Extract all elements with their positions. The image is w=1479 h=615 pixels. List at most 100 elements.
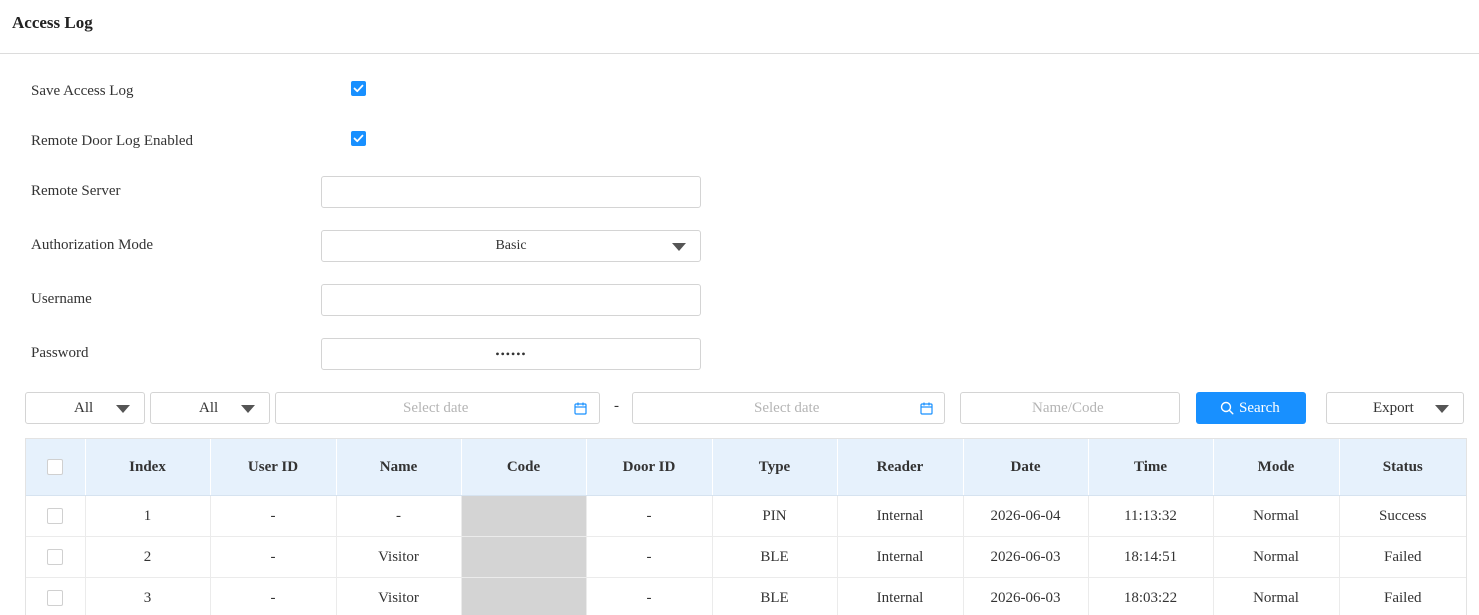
name-code-input[interactable]: Name/Code <box>960 392 1180 424</box>
password-label: Password <box>31 345 89 362</box>
column-header: Code <box>461 439 586 496</box>
door-id-cell: - <box>586 537 712 578</box>
password-input[interactable]: •••••• <box>321 338 701 370</box>
column-header: Status <box>1339 439 1466 496</box>
select-all-checkbox[interactable] <box>47 459 63 475</box>
table-header-row: Index User ID Name Code Door ID Type Rea… <box>26 439 1466 496</box>
access-log-table: Index User ID Name Code Door ID Type Rea… <box>25 438 1467 615</box>
chevron-down-icon <box>241 405 255 413</box>
search-icon <box>1220 401 1234 415</box>
filter-bar: All All Select date - Select date Name/C… <box>0 392 1479 424</box>
status-cell: Failed <box>1339 537 1466 578</box>
reader-cell: Internal <box>837 496 963 537</box>
save-access-log-label: Save Access Log <box>31 83 133 100</box>
status-cell: Success <box>1339 496 1466 537</box>
row-select-cell <box>26 496 85 537</box>
column-header: Type <box>712 439 837 496</box>
row-checkbox[interactable] <box>47 590 63 606</box>
remote-door-log-checkbox[interactable] <box>351 131 366 146</box>
save-access-log-row: Save Access Log <box>0 83 1479 115</box>
row-select-cell <box>26 537 85 578</box>
door-id-cell: - <box>586 496 712 537</box>
column-header: Door ID <box>586 439 712 496</box>
door-id-cell: - <box>586 578 712 615</box>
chevron-down-icon <box>1435 405 1449 413</box>
calendar-icon <box>574 402 587 415</box>
remote-server-row: Remote Server <box>0 176 1479 208</box>
export-select[interactable]: Export <box>1326 392 1464 424</box>
status-filter-select[interactable]: All <box>150 392 270 424</box>
page-header: Access Log <box>0 0 1479 54</box>
remote-door-log-label: Remote Door Log Enabled <box>31 133 193 150</box>
reader-cell: Internal <box>837 578 963 615</box>
reader-cell: Internal <box>837 537 963 578</box>
authorization-mode-row: Authorization Mode Basic <box>0 230 1479 262</box>
select-all-cell <box>26 439 85 496</box>
name-cell: Visitor <box>336 578 461 615</box>
user-id-cell: - <box>210 496 336 537</box>
user-id-cell: - <box>210 578 336 615</box>
column-header: Index <box>85 439 210 496</box>
time-cell: 18:03:22 <box>1088 578 1213 615</box>
code-cell-redacted <box>461 496 586 537</box>
end-date-placeholder: Select date <box>754 393 819 423</box>
index-cell: 3 <box>85 578 210 615</box>
date-cell: 2026-06-04 <box>963 496 1088 537</box>
date-cell: 2026-06-03 <box>963 578 1088 615</box>
type-filter-value: All <box>74 393 93 423</box>
username-input[interactable] <box>321 284 701 316</box>
mode-cell: Normal <box>1213 578 1339 615</box>
mode-cell: Normal <box>1213 496 1339 537</box>
chevron-down-icon <box>672 243 686 251</box>
authorization-mode-label: Authorization Mode <box>31 237 153 254</box>
end-date-picker[interactable]: Select date <box>632 392 945 424</box>
check-icon <box>353 83 364 94</box>
code-cell-redacted <box>461 537 586 578</box>
column-header: Reader <box>837 439 963 496</box>
search-button-label: Search <box>1239 392 1280 424</box>
type-cell: BLE <box>712 537 837 578</box>
remote-server-label: Remote Server <box>31 183 121 200</box>
row-checkbox[interactable] <box>47 508 63 524</box>
check-icon <box>353 133 364 144</box>
column-header: Time <box>1088 439 1213 496</box>
status-cell: Failed <box>1339 578 1466 615</box>
start-date-picker[interactable]: Select date <box>275 392 600 424</box>
authorization-mode-value: Basic <box>495 238 526 253</box>
type-filter-select[interactable]: All <box>25 392 145 424</box>
table-row[interactable]: 2 - Visitor - BLE Internal 2026-06-03 18… <box>26 537 1466 578</box>
start-date-placeholder: Select date <box>403 393 468 423</box>
date-range-separator: - <box>614 398 619 415</box>
page-title: Access Log <box>12 13 93 33</box>
table-row[interactable]: 3 - Visitor - BLE Internal 2026-06-03 18… <box>26 578 1466 615</box>
remote-server-input[interactable] <box>321 176 701 208</box>
user-id-cell: - <box>210 537 336 578</box>
calendar-icon <box>920 402 933 415</box>
index-cell: 1 <box>85 496 210 537</box>
row-select-cell <box>26 578 85 615</box>
name-cell: - <box>336 496 461 537</box>
row-checkbox[interactable] <box>47 549 63 565</box>
type-cell: BLE <box>712 578 837 615</box>
column-header: Date <box>963 439 1088 496</box>
remote-door-log-row: Remote Door Log Enabled <box>0 133 1479 165</box>
name-code-placeholder: Name/Code <box>1032 393 1104 423</box>
search-button[interactable]: Search <box>1196 392 1306 424</box>
name-cell: Visitor <box>336 537 461 578</box>
export-label: Export <box>1373 393 1414 423</box>
table-row[interactable]: 1 - - - PIN Internal 2026-06-04 11:13:32… <box>26 496 1466 537</box>
time-cell: 18:14:51 <box>1088 537 1213 578</box>
code-cell-redacted <box>461 578 586 615</box>
column-header: Name <box>336 439 461 496</box>
status-filter-value: All <box>199 393 218 423</box>
index-cell: 2 <box>85 537 210 578</box>
username-label: Username <box>31 291 92 308</box>
mode-cell: Normal <box>1213 537 1339 578</box>
save-access-log-checkbox[interactable] <box>351 81 366 96</box>
time-cell: 11:13:32 <box>1088 496 1213 537</box>
chevron-down-icon <box>116 405 130 413</box>
column-header: Mode <box>1213 439 1339 496</box>
authorization-mode-select[interactable]: Basic <box>321 230 701 262</box>
username-row: Username <box>0 284 1479 316</box>
column-header: User ID <box>210 439 336 496</box>
